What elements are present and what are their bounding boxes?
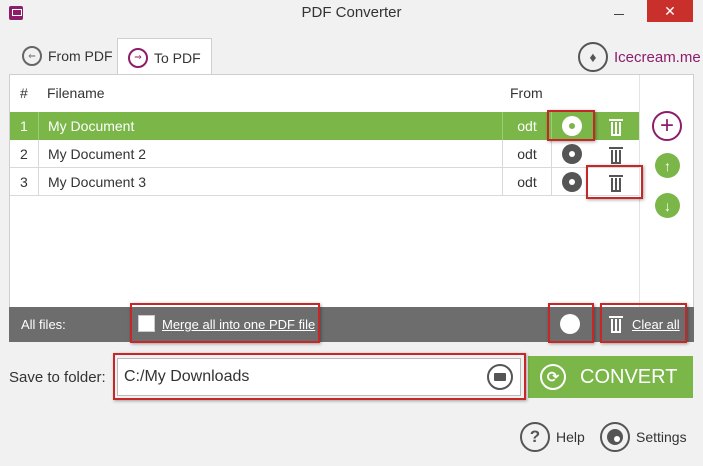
all-files-label: All files:	[21, 317, 66, 332]
add-file-button[interactable]: +	[652, 111, 682, 141]
row-settings-button[interactable]	[551, 168, 591, 196]
row-number: 2	[20, 146, 28, 162]
row-filename: My Document	[38, 112, 502, 140]
help-icon: ?	[520, 422, 550, 452]
all-files-settings-gear-icon[interactable]	[562, 316, 578, 332]
move-up-button[interactable]: ↑	[655, 153, 680, 178]
title-bar: PDF Converter ✕	[0, 0, 703, 26]
merge-label[interactable]: Merge all into one PDF file	[162, 317, 315, 332]
from-pdf-icon: ⇐	[22, 46, 42, 66]
trash-icon	[608, 174, 623, 192]
tab-label: To PDF	[154, 49, 201, 66]
row-delete-button[interactable]	[591, 168, 640, 196]
clear-all-trash-icon[interactable]	[609, 316, 623, 333]
row-filename: My Document 2	[38, 140, 502, 168]
row-delete-button[interactable]	[591, 112, 640, 140]
help-button[interactable]: ? Help	[520, 422, 585, 452]
brand-link[interactable]: ♦ Icecream.me	[578, 42, 701, 72]
brand-text: Icecream.me	[614, 48, 701, 66]
row-delete-button[interactable]	[591, 140, 640, 168]
row-filename: My Document 3	[38, 168, 502, 196]
to-pdf-icon: ⇒	[128, 47, 148, 68]
side-divider	[639, 75, 640, 308]
minimize-button[interactable]	[604, 0, 634, 22]
row-settings-button[interactable]	[551, 112, 591, 140]
table-row[interactable]: 3 My Document 3 odt	[10, 168, 640, 196]
help-label: Help	[556, 429, 585, 445]
row-from: odt	[502, 140, 551, 168]
gear-icon	[563, 118, 580, 134]
header-number: #	[20, 85, 28, 101]
file-list-panel: # Filename From 1 My Document odt 2 My D…	[9, 74, 694, 342]
header-from: From	[510, 85, 543, 101]
table-row[interactable]: 1 My Document odt	[10, 112, 640, 140]
settings-button[interactable]: Settings	[600, 422, 687, 452]
merge-checkbox[interactable]	[138, 315, 155, 332]
browse-folder-icon[interactable]	[487, 364, 513, 390]
icecream-logo-icon: ♦	[578, 42, 608, 72]
tab-from-pdf[interactable]: ⇐ From PDF	[12, 38, 123, 74]
row-settings-button[interactable]	[551, 140, 591, 168]
table-row[interactable]: 2 My Document 2 odt	[10, 140, 640, 168]
save-to-folder-label: Save to folder:	[9, 369, 106, 386]
row-from: odt	[502, 112, 551, 140]
gear-icon	[563, 174, 580, 190]
row-from: odt	[502, 168, 551, 196]
row-number: 3	[20, 174, 28, 190]
settings-gear-icon	[600, 422, 630, 452]
settings-label: Settings	[636, 429, 687, 445]
all-files-bar: All files: Merge all into one PDF file C…	[9, 307, 694, 342]
move-down-button[interactable]: ↓	[655, 193, 680, 218]
convert-label: CONVERT	[580, 365, 678, 388]
close-button[interactable]: ✕	[647, 0, 693, 22]
folder-path-field[interactable]: C:/My Downloads	[117, 358, 521, 396]
header-filename: Filename	[47, 85, 105, 101]
window-title: PDF Converter	[301, 4, 402, 21]
table-header: # Filename From	[10, 85, 640, 107]
row-number: 1	[20, 118, 28, 134]
trash-icon	[608, 118, 623, 136]
convert-icon: ⟳	[540, 364, 566, 390]
convert-button[interactable]: ⟳ CONVERT	[528, 356, 693, 398]
gear-icon	[563, 146, 580, 162]
clear-all-link[interactable]: Clear all	[632, 317, 680, 332]
trash-icon	[608, 146, 623, 164]
tab-label: From PDF	[48, 48, 113, 64]
tab-to-pdf[interactable]: ⇒ To PDF	[117, 38, 212, 76]
